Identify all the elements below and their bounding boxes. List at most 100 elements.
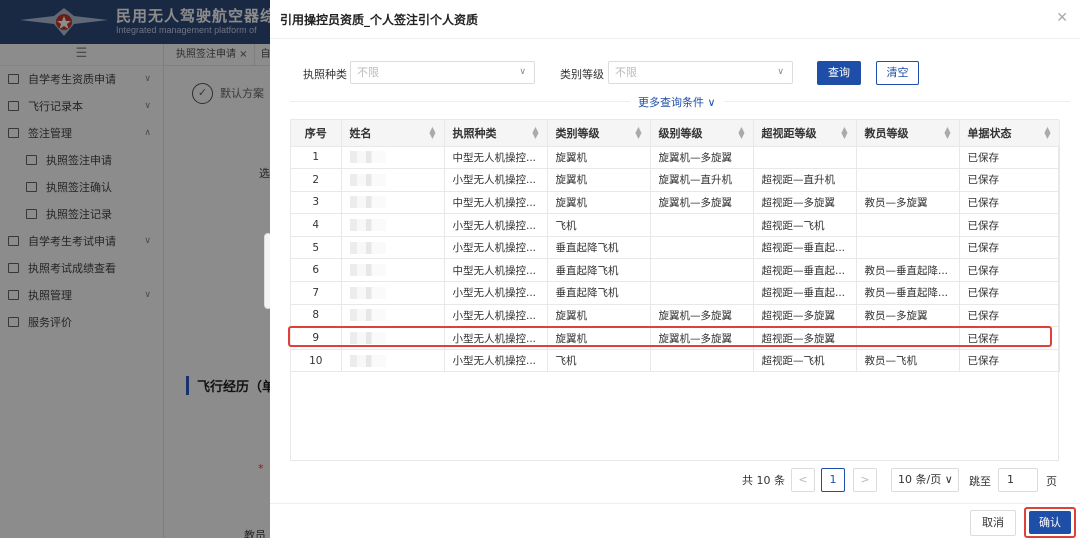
cell-license-type: 小型无人机操控... xyxy=(444,326,548,350)
column-header-license-type[interactable]: 执照种类 ▲ ▼ xyxy=(444,120,548,147)
cell-instructor: 教员—多旋翼 xyxy=(856,304,960,328)
cell-bvlos: 超视距—垂直起... xyxy=(753,281,857,305)
next-page-button[interactable]: > xyxy=(853,468,877,492)
cell-status: 已保存 xyxy=(959,213,1060,237)
cell-license-type: 小型无人机操控... xyxy=(444,349,548,373)
license-type-value: 不限 xyxy=(357,66,379,79)
sort-icon[interactable]: ▲ ▼ xyxy=(635,126,641,140)
confirm-button[interactable]: 确认 xyxy=(1029,511,1071,534)
cell-license-type: 中型无人机操控... xyxy=(444,258,548,283)
cell-status: 已保存 xyxy=(959,191,1060,215)
cell-license-type: 中型无人机操控... xyxy=(444,191,548,215)
cell-index: 3 xyxy=(291,191,342,215)
column-header-label: 执照种类 xyxy=(452,126,497,140)
more-conditions-toggle[interactable]: 更多查询条件 ∨ xyxy=(630,94,724,110)
cell-instructor xyxy=(856,326,960,350)
column-header-status[interactable]: 单据状态 ▲ ▼ xyxy=(959,120,1060,147)
cell-name xyxy=(341,349,445,373)
cell-status: 已保存 xyxy=(959,146,1060,170)
redacted-name xyxy=(349,219,386,232)
cell-status: 已保存 xyxy=(959,326,1060,350)
cell-bvlos: 超视距—飞机 xyxy=(753,213,857,237)
dialog-title: 引用操控员资质_个人签注引个人资质 xyxy=(280,13,479,27)
table-row[interactable]: 1 中型无人机操控... 旋翼机 旋翼机—多旋翼 已保存 xyxy=(291,146,1060,170)
redacted-name xyxy=(349,173,386,186)
table-body: 1 中型无人机操控... 旋翼机 旋翼机—多旋翼 已保存 2 小型无人机操控... 旋翼机 旋翼… xyxy=(291,146,1060,373)
redacted-name xyxy=(349,354,386,367)
column-header-label: 姓名 xyxy=(349,126,372,140)
dialog-divider xyxy=(270,38,1080,39)
cell-name xyxy=(341,146,445,170)
table-row[interactable]: 5 小型无人机操控... 垂直起降飞机 超视距—垂直起... 已保存 xyxy=(291,236,1060,260)
sort-icon[interactable]: ▲ ▼ xyxy=(1044,126,1050,140)
cell-index: 4 xyxy=(291,213,342,237)
cell-instructor xyxy=(856,168,960,192)
page-suffix-label: 页 xyxy=(1046,475,1057,488)
cell-name xyxy=(341,281,445,305)
column-header-label: 单据状态 xyxy=(967,126,1012,140)
column-header-label: 超视距等级 xyxy=(761,126,817,140)
cell-class xyxy=(650,213,754,237)
page-size-select[interactable]: 10 条/页 ∨ xyxy=(891,468,959,492)
jump-label: 跳至 xyxy=(969,475,991,488)
table-row[interactable]: 4 小型无人机操控... 飞机 超视距—飞机 已保存 xyxy=(291,213,1060,237)
search-button[interactable]: 查询 xyxy=(817,61,861,85)
cell-bvlos: 超视距—多旋翼 xyxy=(753,304,857,328)
table-row[interactable]: 7 小型无人机操控... 垂直起降飞机 超视距—垂直起... 教员—垂直起降... 已保存 xyxy=(291,281,1060,305)
cell-category: 飞机 xyxy=(547,349,651,373)
cell-class: 旋翼机—直升机 xyxy=(650,168,754,192)
column-header-index: 序号 xyxy=(291,120,342,147)
cell-name xyxy=(341,258,445,283)
table-row[interactable]: 2 小型无人机操控... 旋翼机 旋翼机—直升机 超视距—直升机 已保存 xyxy=(291,168,1060,192)
close-icon[interactable]: ✕ xyxy=(1056,10,1068,26)
cell-class: 旋翼机—多旋翼 xyxy=(650,191,754,215)
prev-page-button[interactable]: < xyxy=(791,468,815,492)
cell-index: 1 xyxy=(291,146,342,170)
cell-name xyxy=(341,236,445,260)
cell-name xyxy=(341,304,445,328)
cell-index: 8 xyxy=(291,304,342,328)
cell-class xyxy=(650,258,754,283)
category-select[interactable]: 不限 ∨ xyxy=(608,61,793,84)
sort-icon[interactable]: ▲ ▼ xyxy=(532,126,538,140)
column-header-label: 级别等级 xyxy=(658,126,703,140)
cell-status: 已保存 xyxy=(959,258,1060,283)
column-header-class[interactable]: 级别等级 ▲ ▼ xyxy=(650,120,754,147)
redacted-name xyxy=(349,286,386,299)
cell-name xyxy=(341,326,445,350)
qualification-table: 序号 姓名 ▲ ▼ 执照种类 ▲ ▼ 类别等级 ▲ ▼ 级别等级 ▲ ▼ 超视距等级 ▲ ▼ 教员等… xyxy=(290,119,1060,461)
cell-license-type: 小型无人机操控... xyxy=(444,168,548,192)
cell-license-type: 小型无人机操控... xyxy=(444,304,548,328)
column-header-instructor[interactable]: 教员等级 ▲ ▼ xyxy=(856,120,960,147)
cell-license-type: 小型无人机操控... xyxy=(444,281,548,305)
table-row[interactable]: 9 小型无人机操控... 旋翼机 旋翼机—多旋翼 超视距—多旋翼 已保存 xyxy=(291,326,1060,350)
license-type-select[interactable]: 不限 ∨ xyxy=(350,61,535,84)
cell-instructor: 教员—垂直起降... xyxy=(856,281,960,305)
clear-button[interactable]: 清空 xyxy=(876,61,919,85)
cancel-button[interactable]: 取消 xyxy=(970,510,1016,536)
column-header-name[interactable]: 姓名 ▲ ▼ xyxy=(341,120,445,147)
license-type-label: 执照种类 xyxy=(303,68,347,81)
cell-index: 7 xyxy=(291,281,342,305)
cell-index: 9 xyxy=(291,326,342,350)
jump-page-input[interactable]: 1 xyxy=(998,468,1038,492)
confirm-highlight: 确认 xyxy=(1024,507,1076,538)
cell-index: 5 xyxy=(291,236,342,260)
sort-icon[interactable]: ▲ ▼ xyxy=(738,126,744,140)
table-row[interactable]: 10 小型无人机操控... 飞机 超视距—飞机 教员—飞机 已保存 xyxy=(291,349,1060,373)
sort-icon[interactable]: ▲ ▼ xyxy=(841,126,847,140)
column-header-category[interactable]: 类别等级 ▲ ▼ xyxy=(547,120,651,147)
cell-bvlos: 超视距—垂直起... xyxy=(753,236,857,260)
cell-class: 旋翼机—多旋翼 xyxy=(650,326,754,350)
reference-qualification-dialog: 引用操控员资质_个人签注引个人资质 ✕ 执照种类 不限 ∨ 类别等级 不限 ∨ … xyxy=(270,0,1080,538)
sort-icon[interactable]: ▲ ▼ xyxy=(944,126,950,140)
table-row[interactable]: 8 小型无人机操控... 旋翼机 旋翼机—多旋翼 超视距—多旋翼 教员—多旋翼 已保存 xyxy=(291,304,1060,328)
cell-status: 已保存 xyxy=(959,168,1060,192)
sort-icon[interactable]: ▲ ▼ xyxy=(429,126,435,140)
table-row[interactable]: 6 中型无人机操控... 垂直起降飞机 超视距—垂直起... 教员—垂直起降... 已保存 xyxy=(291,258,1060,283)
column-header-bvlos[interactable]: 超视距等级 ▲ ▼ xyxy=(753,120,857,147)
cell-license-type: 小型无人机操控... xyxy=(444,213,548,237)
page-number-1[interactable]: 1 xyxy=(821,468,845,492)
table-row[interactable]: 3 中型无人机操控... 旋翼机 旋翼机—多旋翼 超视距—多旋翼 教员—多旋翼 已保存 xyxy=(291,191,1060,215)
total-count: 共 10 条 xyxy=(742,474,785,487)
